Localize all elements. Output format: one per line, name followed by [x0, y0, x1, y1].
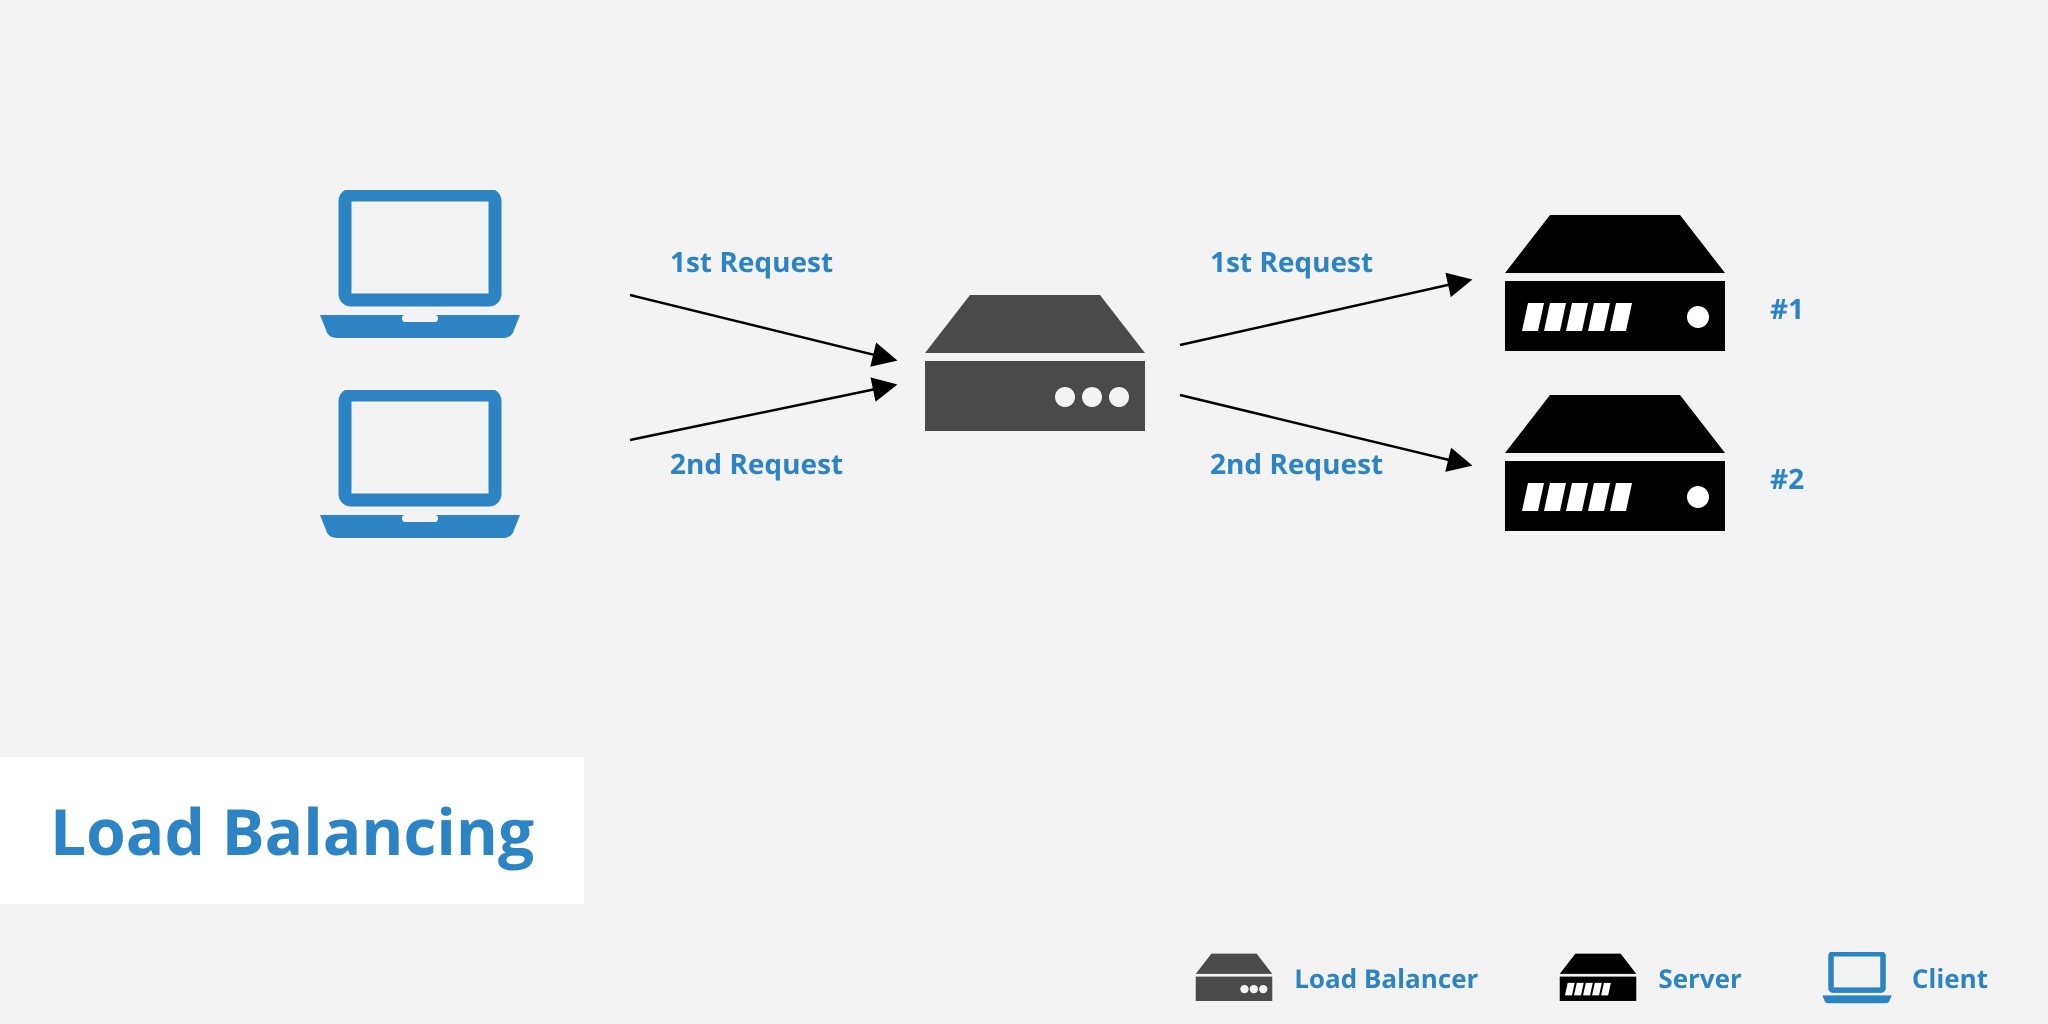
label-2nd-request-right: 2nd Request: [1210, 445, 1383, 483]
label-2nd-request-left: 2nd Request: [670, 445, 843, 483]
legend-server-label: Server: [1658, 960, 1741, 996]
label-1st-request-left: 1st Request: [670, 243, 833, 281]
title-box: Load Balancing: [0, 757, 584, 904]
legend-client-icon: [1822, 952, 1892, 1004]
label-server-2: #2: [1770, 460, 1804, 498]
legend-item-server: Server: [1558, 953, 1741, 1003]
legend-client-label: Client: [1912, 960, 1988, 996]
legend: Load Balancer Server Client: [1194, 952, 1988, 1004]
legend-load-balancer-label: Load Balancer: [1294, 960, 1478, 996]
legend-item-client: Client: [1822, 952, 1988, 1004]
legend-server-icon: [1558, 953, 1638, 1003]
label-1st-request-right: 1st Request: [1210, 243, 1373, 281]
legend-load-balancer-icon: [1194, 953, 1274, 1003]
legend-item-load-balancer: Load Balancer: [1194, 953, 1478, 1003]
label-server-1: #1: [1770, 290, 1804, 328]
diagram-title: Load Balancing: [50, 787, 534, 874]
